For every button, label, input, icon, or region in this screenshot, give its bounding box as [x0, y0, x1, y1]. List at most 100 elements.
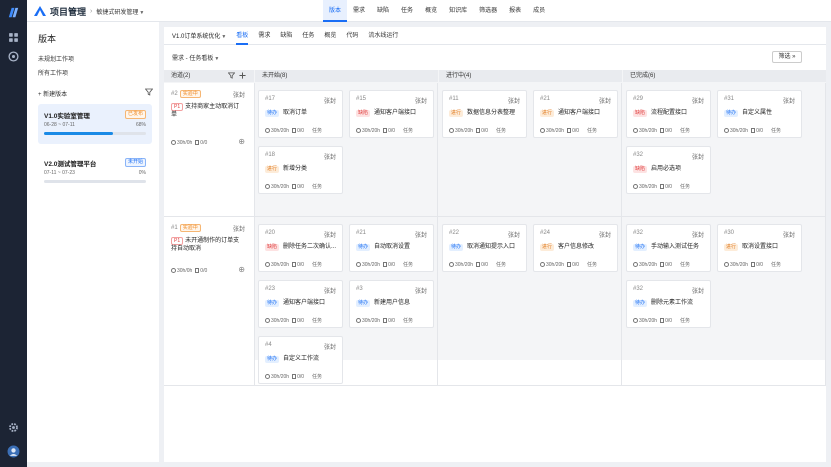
new-version-button[interactable]: + 新建版本 [38, 89, 67, 98]
task-card[interactable]: #15 张封 缺陷 通知客户端接口 30h/20h 0/0 任务 [349, 90, 434, 138]
version-sidebar: 版本 未规划工作项 所有工作项 + 新建版本 V1.0实验室管理 已发布 06-… [27, 22, 159, 462]
version-item-v2[interactable]: V2.0测试管理平台 未开始 07-11 ~ 07-23 0% [38, 152, 152, 192]
task-card[interactable]: #32 张封 待办 删除元素工作流 30h/20h 0/0 任务 [626, 280, 711, 328]
nav-task[interactable]: 任务 [395, 0, 419, 22]
nav-requirement[interactable]: 需求 [347, 0, 371, 22]
settings-gear-icon[interactable] [8, 422, 19, 433]
task-owner: 张封 [691, 289, 704, 295]
task-meta: 30h/20h 0/0 任务 [540, 261, 597, 268]
version-percent: 68% [135, 122, 146, 128]
task-card[interactable]: #21 张封 进行 通知客户端接口 30h/20h 0/0 任务 [533, 90, 618, 138]
task-card[interactable]: #20 张封 缺陷 删除任务二次确认... 30h/20h 0/0 任务 [258, 224, 343, 272]
task-owner: 张封 [323, 345, 336, 351]
task-meta: 30h/20h 0/0 任务 [633, 127, 690, 134]
status-badge: 未开始 [124, 158, 146, 167]
task-status-tag: 进行 [540, 110, 555, 117]
task-card[interactable]: #30 张封 进行 取消设置接口 30h/20h 0/0 任务 [717, 224, 802, 272]
task-status-tag: 待办 [633, 300, 648, 307]
file-icon [660, 262, 665, 267]
sidebar-link-all[interactable]: 所有工作项 [38, 68, 68, 77]
task-owner: 张封 [323, 233, 336, 239]
sidebar-link-unplanned[interactable]: 未规划工作项 [38, 54, 74, 63]
progress-bar [44, 180, 146, 183]
filter-icon[interactable] [228, 72, 235, 79]
task-card[interactable]: #3 张封 待办 新建用户信息 30h/20h 0/0 任务 [349, 280, 434, 328]
add-task-icon[interactable]: ⊕ [238, 265, 245, 274]
tab-requirement[interactable]: 需求 [258, 27, 270, 45]
task-title: 进行 新增分类 [265, 166, 308, 173]
task-card[interactable]: #18 张封 进行 新增分类 30h/20h 0/0 任务 [258, 146, 343, 194]
file-icon [383, 128, 388, 133]
column-header-pool: 池道(2) [164, 70, 254, 82]
add-task-icon[interactable]: ⊕ [238, 137, 245, 146]
column-header-todo: 未开始(8) [255, 70, 438, 82]
nav-members[interactable]: 成员 [527, 0, 551, 22]
nav-knowledge[interactable]: 知识库 [443, 0, 473, 22]
tab-task[interactable]: 任务 [302, 27, 314, 45]
task-owner: 张封 [507, 99, 520, 105]
version-select[interactable]: V1.0订单系统优化▼ [172, 31, 226, 40]
nav-version[interactable]: 版本 [323, 0, 348, 22]
requirement-meta: 30h/0h 0/0 [171, 268, 207, 274]
task-card[interactable]: #31 张封 待办 自定义属性 30h/20h 0/0 任务 [717, 90, 802, 138]
requirement-owner: 张封 [232, 227, 245, 233]
task-meta: 30h/20h 0/0 任务 [633, 317, 690, 324]
nav-overview[interactable]: 概览 [419, 0, 443, 22]
nav-report[interactable]: 报表 [503, 0, 527, 22]
task-id: #32 [633, 152, 644, 158]
tab-overview[interactable]: 概览 [324, 27, 336, 45]
task-status-tag: 缺陷 [633, 166, 648, 173]
task-card[interactable]: #32 张封 缺陷 启用必选项 30h/20h 0/0 任务 [626, 146, 711, 194]
task-card[interactable]: #22 张封 待办 取消通知提示入口 30h/20h 0/0 任务 [442, 224, 527, 272]
task-card[interactable]: #11 张封 进行 数据信息分表整理 30h/20h 0/0 任务 [442, 90, 527, 138]
task-meta: 30h/20h 0/0 任务 [724, 127, 781, 134]
add-icon[interactable] [239, 72, 246, 79]
task-owner: 张封 [691, 99, 704, 105]
requirement-card[interactable]: #1 实验中 张封 P1 未开通制作的订单支持自动取消 30h/0h 0/0 ⊕ [171, 224, 245, 284]
task-title: 待办 取消通知提示入口 [449, 244, 516, 251]
task-card[interactable]: #29 张封 缺陷 流程配置接口 30h/20h 0/0 任务 [626, 90, 711, 138]
task-card[interactable]: #17 张封 待办 取消订单 30h/20h 0/0 任务 [258, 90, 343, 138]
view-select[interactable]: 需求 - 任务看板▼ [172, 53, 219, 62]
clock-icon [449, 128, 454, 133]
tab-defect[interactable]: 缺陷 [280, 27, 292, 45]
task-title: 缺陷 通知客户端接口 [356, 110, 417, 117]
task-card[interactable]: #32 张封 待办 手动输入测试任务 30h/20h 0/0 任务 [626, 224, 711, 272]
project-switcher[interactable]: 敏捷式研发管理▼ [96, 7, 144, 16]
tab-board[interactable]: 看板 [236, 27, 249, 45]
task-card[interactable]: #4 张封 待办 自定义工作流 30h/20h 0/0 任务 [258, 336, 343, 384]
task-title: 待办 新建用户信息 [356, 300, 411, 307]
task-card[interactable]: #24 张封 进行 客户信息修改 30h/20h 0/0 任务 [533, 224, 618, 272]
filter-button[interactable]: 筛选 » [772, 51, 802, 63]
tab-code[interactable]: 代码 [346, 27, 358, 45]
file-icon [195, 268, 200, 273]
version-item-v1[interactable]: V1.0实验室管理 已发布 06-28 ~ 07-11 68% [38, 104, 152, 144]
file-icon [292, 262, 297, 267]
task-id: #20 [265, 230, 276, 236]
version-subnav: V1.0订单系统优化▼ 看板 需求 缺陷 任务 概览 代码 流水线运行 [164, 27, 826, 45]
task-card[interactable]: #21 张封 待办 自动取消设置 30h/20h 0/0 任务 [349, 224, 434, 272]
task-title: 进行 取消设置接口 [724, 244, 779, 251]
compass-icon[interactable] [8, 51, 19, 62]
clock-icon [540, 262, 545, 267]
task-meta: 30h/20h 0/0 任务 [265, 373, 322, 380]
file-icon [660, 318, 665, 323]
user-avatar-icon[interactable] [7, 445, 20, 458]
tab-pipeline[interactable]: 流水线运行 [368, 27, 398, 45]
app-logo-icon[interactable] [6, 5, 21, 20]
requirement-card[interactable]: #2 实验中 张封 P1 支持商家主动取消订单 30h/0h 0/0 ⊕ [171, 90, 245, 150]
task-card[interactable]: #23 张封 待办 通知客户端接口 30h/20h 0/0 任务 [258, 280, 343, 328]
kanban-board: 池道(2) 未开始(8) 进行中(4) 已完成(6) #2 实验中 张封 P1 支持商家… [164, 70, 826, 386]
app-rail [0, 0, 27, 467]
nav-defect[interactable]: 缺陷 [371, 0, 395, 22]
file-icon [567, 262, 572, 267]
filter-icon[interactable] [145, 88, 153, 96]
apps-grid-icon[interactable] [8, 32, 19, 43]
nav-filter[interactable]: 筛选器 [473, 0, 503, 22]
file-icon [292, 184, 297, 189]
sidebar-title: 版本 [38, 34, 57, 44]
task-status-tag: 进行 [540, 244, 555, 251]
task-status-tag: 待办 [265, 356, 280, 363]
task-id: #23 [265, 286, 276, 292]
task-title: 缺陷 启用必选项 [633, 166, 682, 173]
